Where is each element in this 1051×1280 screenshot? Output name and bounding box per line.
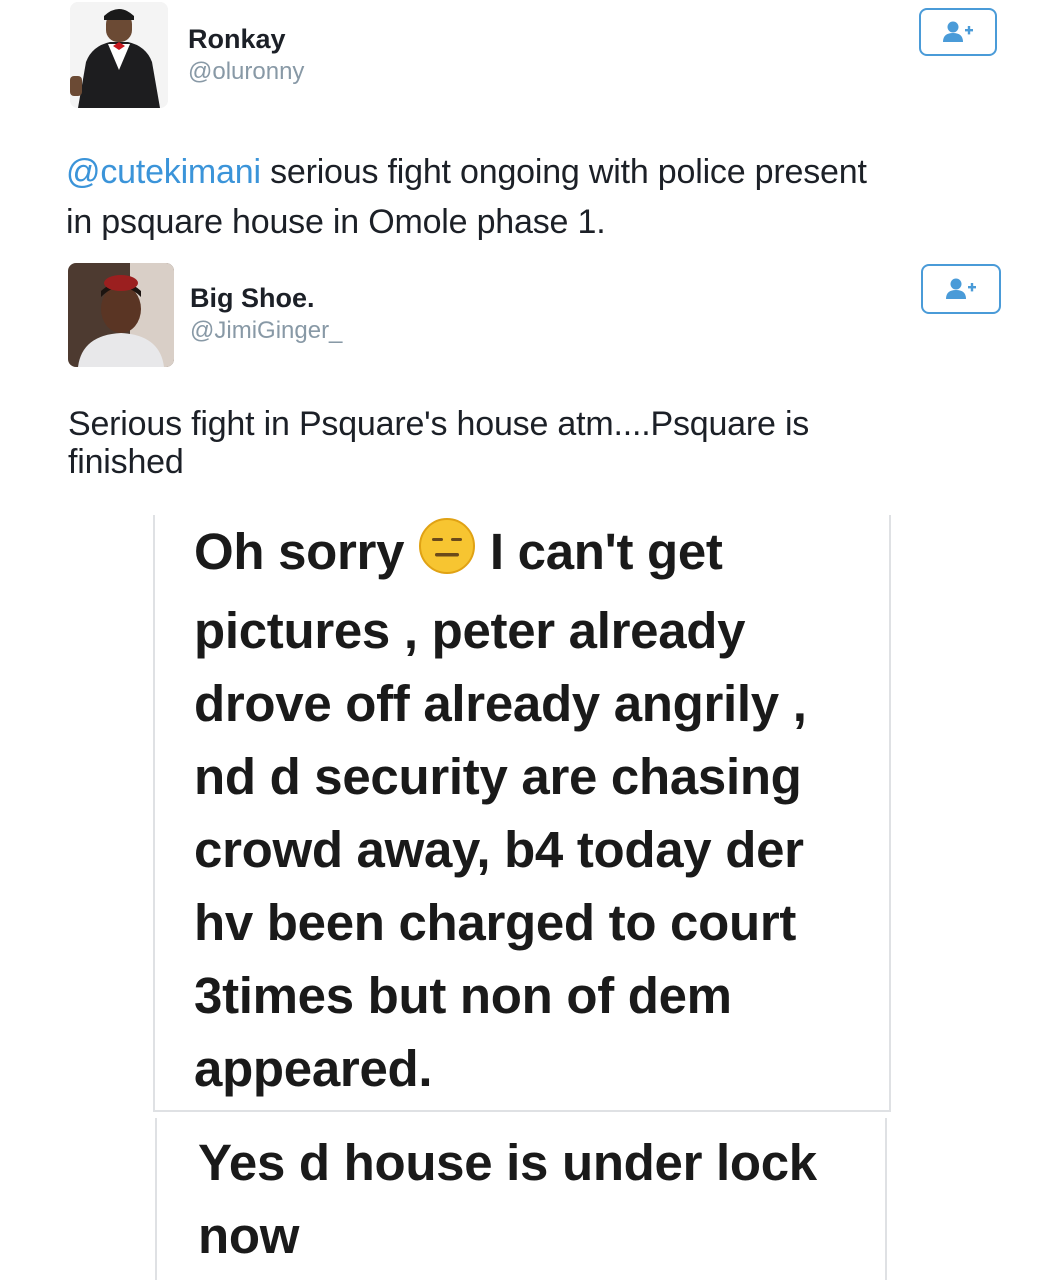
user-handle[interactable]: @oluronny bbox=[188, 58, 304, 86]
chat2-line-2: now bbox=[198, 1207, 300, 1264]
avatar-bigshoe[interactable] bbox=[68, 263, 174, 367]
chat-line-7: 3times but non of dem bbox=[194, 967, 732, 1024]
bubble-divider bbox=[153, 1110, 891, 1112]
neutral-face-emoji-icon bbox=[418, 517, 476, 594]
bubble-border-right bbox=[889, 515, 891, 1110]
mention-link[interactable]: @cutekimani bbox=[66, 153, 261, 191]
add-user-icon bbox=[946, 278, 976, 299]
person-portrait-icon bbox=[68, 263, 174, 367]
bubble2-border-right bbox=[885, 1118, 887, 1280]
chat2-line-1: Yes d house is under lock bbox=[198, 1134, 817, 1191]
chat-line-6: hv been charged to court bbox=[194, 894, 797, 951]
chat-line-8: appeared. bbox=[194, 1040, 433, 1097]
display-name[interactable]: Big Shoe. bbox=[190, 283, 315, 314]
bubble-border-left bbox=[153, 515, 155, 1110]
bubble2-border-left bbox=[155, 1118, 157, 1280]
chat-message-2: Yes d house is under lock now bbox=[198, 1126, 878, 1272]
tweet-text-line2: finished bbox=[68, 443, 184, 481]
chat-line-3: drove off already angrily , bbox=[194, 675, 807, 732]
tweet-bigshoe: Big Shoe. @JimiGinger_ Serious fight in … bbox=[0, 255, 1051, 515]
avatar-ronkay[interactable] bbox=[70, 2, 168, 108]
chat-line-5: crowd away, b4 today der bbox=[194, 821, 804, 878]
follow-button[interactable] bbox=[921, 264, 1001, 314]
chat-line-2: pictures , peter already bbox=[194, 602, 746, 659]
tweet-text: @cutekimani serious fight ongoing with p… bbox=[66, 147, 1026, 247]
tweet-text-line2: in psquare house in Omole phase 1. bbox=[66, 203, 606, 241]
follow-button[interactable] bbox=[919, 8, 997, 56]
tweet-line-1: @cutekimani serious fight ongoing with p… bbox=[66, 147, 1026, 197]
chat-message-1: Oh sorry I can't get pictures , peter al… bbox=[194, 515, 884, 1105]
tweet-text: Serious fight in Psquare's house atm....… bbox=[68, 405, 1028, 481]
chat-line-4: nd d security are chasing bbox=[194, 748, 802, 805]
tweet-text-line1: Serious fight in Psquare's house atm....… bbox=[68, 405, 810, 443]
person-portrait-icon bbox=[70, 2, 168, 108]
tweet-text-line1: serious fight ongoing with police presen… bbox=[260, 153, 867, 191]
chat-line-1: Oh sorry I can't get bbox=[194, 515, 884, 594]
display-name[interactable]: Ronkay bbox=[188, 24, 286, 55]
tweet-ronkay: Ronkay @oluronny @cutekimani serious fig… bbox=[0, 0, 1051, 250]
add-user-icon bbox=[943, 21, 973, 42]
user-handle[interactable]: @JimiGinger_ bbox=[190, 317, 342, 345]
